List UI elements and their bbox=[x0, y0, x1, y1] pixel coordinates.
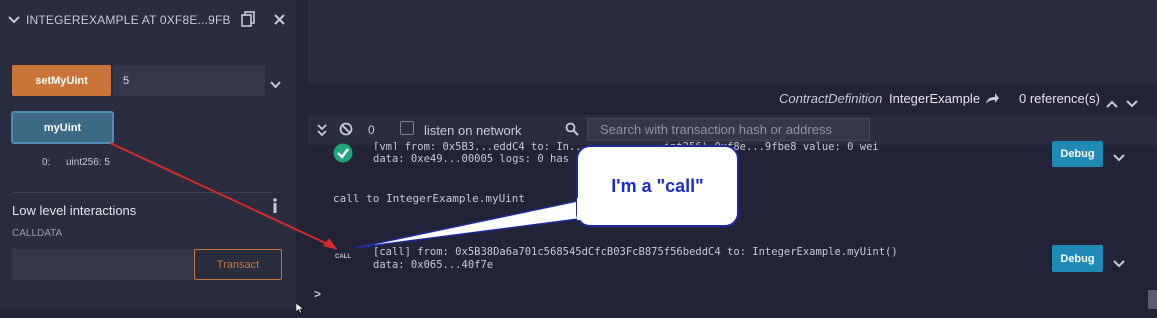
callout-text: I'm a "call" bbox=[611, 175, 704, 196]
annotation-arrowhead bbox=[323, 238, 338, 250]
mouse-cursor-icon bbox=[295, 300, 305, 318]
annotation-arrow-line bbox=[109, 142, 335, 248]
callout-tail bbox=[353, 199, 587, 249]
annotation-callout: I'm a "call" bbox=[576, 145, 739, 227]
callout-tail-cover bbox=[577, 198, 583, 220]
